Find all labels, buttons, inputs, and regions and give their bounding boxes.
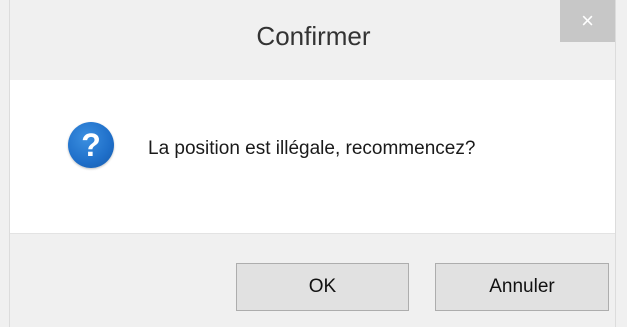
confirm-dialog: Confirmer × ? La position est illégale, … (0, 0, 627, 327)
close-button[interactable]: × (560, 0, 615, 42)
cancel-button[interactable]: Annuler (435, 263, 609, 311)
question-icon: ? (68, 122, 114, 168)
dialog-content: ? La position est illégale, recommencez? (10, 80, 615, 233)
dialog-message: La position est illégale, recommencez? (148, 138, 476, 159)
cancel-button-label: Annuler (489, 276, 555, 297)
close-icon: × (581, 8, 594, 33)
dialog-footer: OK Annuler (10, 233, 615, 327)
ok-button-label: OK (308, 276, 337, 297)
window-border-right (615, 0, 627, 327)
title-bar: Confirmer × (0, 0, 627, 80)
window-border-left (0, 0, 10, 327)
question-mark-glyph: ? (81, 126, 101, 163)
ok-button[interactable]: OK (236, 263, 409, 311)
dialog-title: Confirmer (256, 21, 371, 51)
